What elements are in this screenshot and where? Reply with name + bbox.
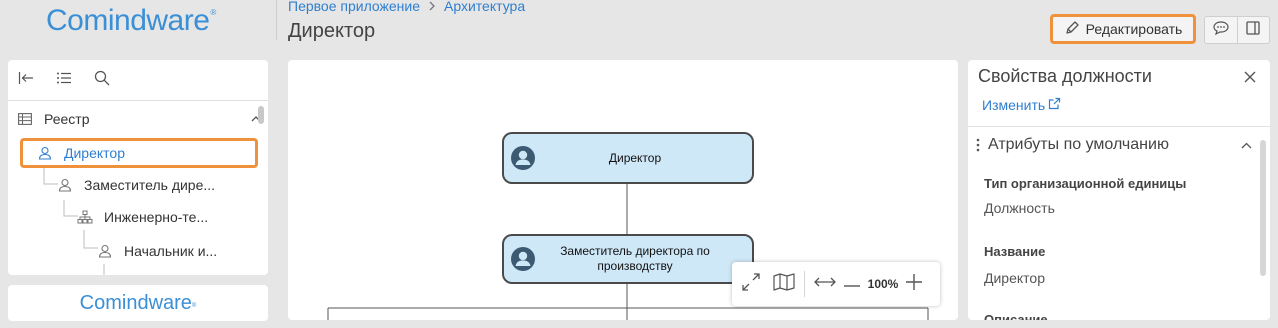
comment-icon [1212,20,1230,41]
tree-scrollbar[interactable] [258,106,264,124]
properties-title: Свойства должности [978,66,1152,86]
page-title: Директор [288,20,376,42]
breadcrumb-item-app[interactable]: Первое приложение [288,0,420,14]
field-label-description: Описание [984,312,1048,320]
avatar-icon [510,246,536,272]
pen-icon [1064,20,1080,39]
zoom-level: 100% [867,277,899,291]
tree-item-label: Начальник и... [124,243,218,259]
field-label-unit-type: Тип организационной единицы [984,176,1187,191]
view-buttons [1204,16,1270,44]
field-value-name: Директор [984,270,1045,286]
chevron-up-icon[interactable] [1234,142,1258,149]
tree-item-director[interactable]: Директор [8,138,268,168]
org-icon [76,208,94,226]
person-icon [96,242,114,260]
minus-icon [844,275,860,293]
expand-icon [741,272,761,297]
tree-item-head[interactable]: Начальник и... [8,236,268,266]
section-title: Атрибуты по умолчанию [988,136,1169,153]
footer-trademark: ® [191,303,197,309]
diagram-canvas[interactable]: Директор Заместитель директора по произв… [288,60,958,320]
horizontal-arrows-icon [814,275,836,293]
fit-screen-button[interactable] [732,262,770,306]
breadcrumb-item-architecture[interactable]: Архитектура [444,0,525,14]
tree-item-label: Инженерно-те... [104,209,209,225]
properties-scrollbar[interactable] [1260,140,1266,276]
fit-width-button[interactable] [811,262,839,306]
tree-item-label: Директор [64,145,125,161]
table-icon [16,110,34,128]
zoom-toolbar: 100% [732,262,940,306]
chevron-up-icon[interactable] [264,150,268,156]
logo-text: Comindware [46,4,210,37]
zoom-in-button[interactable] [901,262,927,306]
map-icon [773,272,795,296]
person-icon [56,176,74,194]
section-header-default-attributes[interactable]: Атрибуты по умолчанию [968,127,1258,163]
tree-item-engineering[interactable]: Инженерно-те... [8,202,268,232]
zoom-divider [804,271,805,297]
edit-button-label: Редактировать [1085,21,1183,37]
header-divider [276,0,277,40]
field-value-unit-type: Должность [984,200,1055,216]
chevron-up-icon[interactable] [244,116,268,122]
zoom-out-button[interactable] [839,262,865,306]
close-icon[interactable] [1244,70,1256,88]
node-label: Заместитель директора по производству [560,244,710,273]
node-label: Директор [608,150,662,165]
properties-panel: Свойства должности Изменить Атрибуты по … [968,60,1270,320]
edit-button[interactable]: Редактировать [1050,14,1196,44]
avatar-icon [510,145,536,171]
comments-button[interactable] [1205,17,1237,43]
change-link[interactable]: Изменить [982,97,1061,113]
panel-icon [1245,20,1261,41]
minimap-button[interactable] [770,262,798,306]
footer-logo-text: Comindware [79,291,192,314]
chevron-right-icon [428,0,436,14]
field-label-name: Название [984,244,1046,259]
tree-item-label: Реестр [44,111,90,127]
org-node-deputy[interactable]: Заместитель директора по производству [502,234,754,284]
person-icon [36,144,54,162]
external-link-icon [1048,97,1061,113]
plus-icon [906,273,922,295]
tree-item-label: Заместитель дире... [84,177,216,193]
logo: Comindware® [46,4,216,38]
tree-item-deputy-director[interactable]: Заместитель дире... [8,170,268,200]
trademark: ® [210,8,216,17]
tree-item-registry[interactable]: Реестр [8,104,268,134]
change-link-label: Изменить [982,97,1046,113]
org-node-director[interactable]: Директор [502,132,754,184]
drag-handle-icon[interactable] [968,138,988,152]
footer-logo: Comindware ® [8,285,268,321]
left-panel: Реестр Директор Заместитель дире... Инже… [8,60,268,275]
breadcrumb: Первое приложение Архитектура [288,0,525,14]
panel-toggle-button[interactable] [1236,17,1270,43]
